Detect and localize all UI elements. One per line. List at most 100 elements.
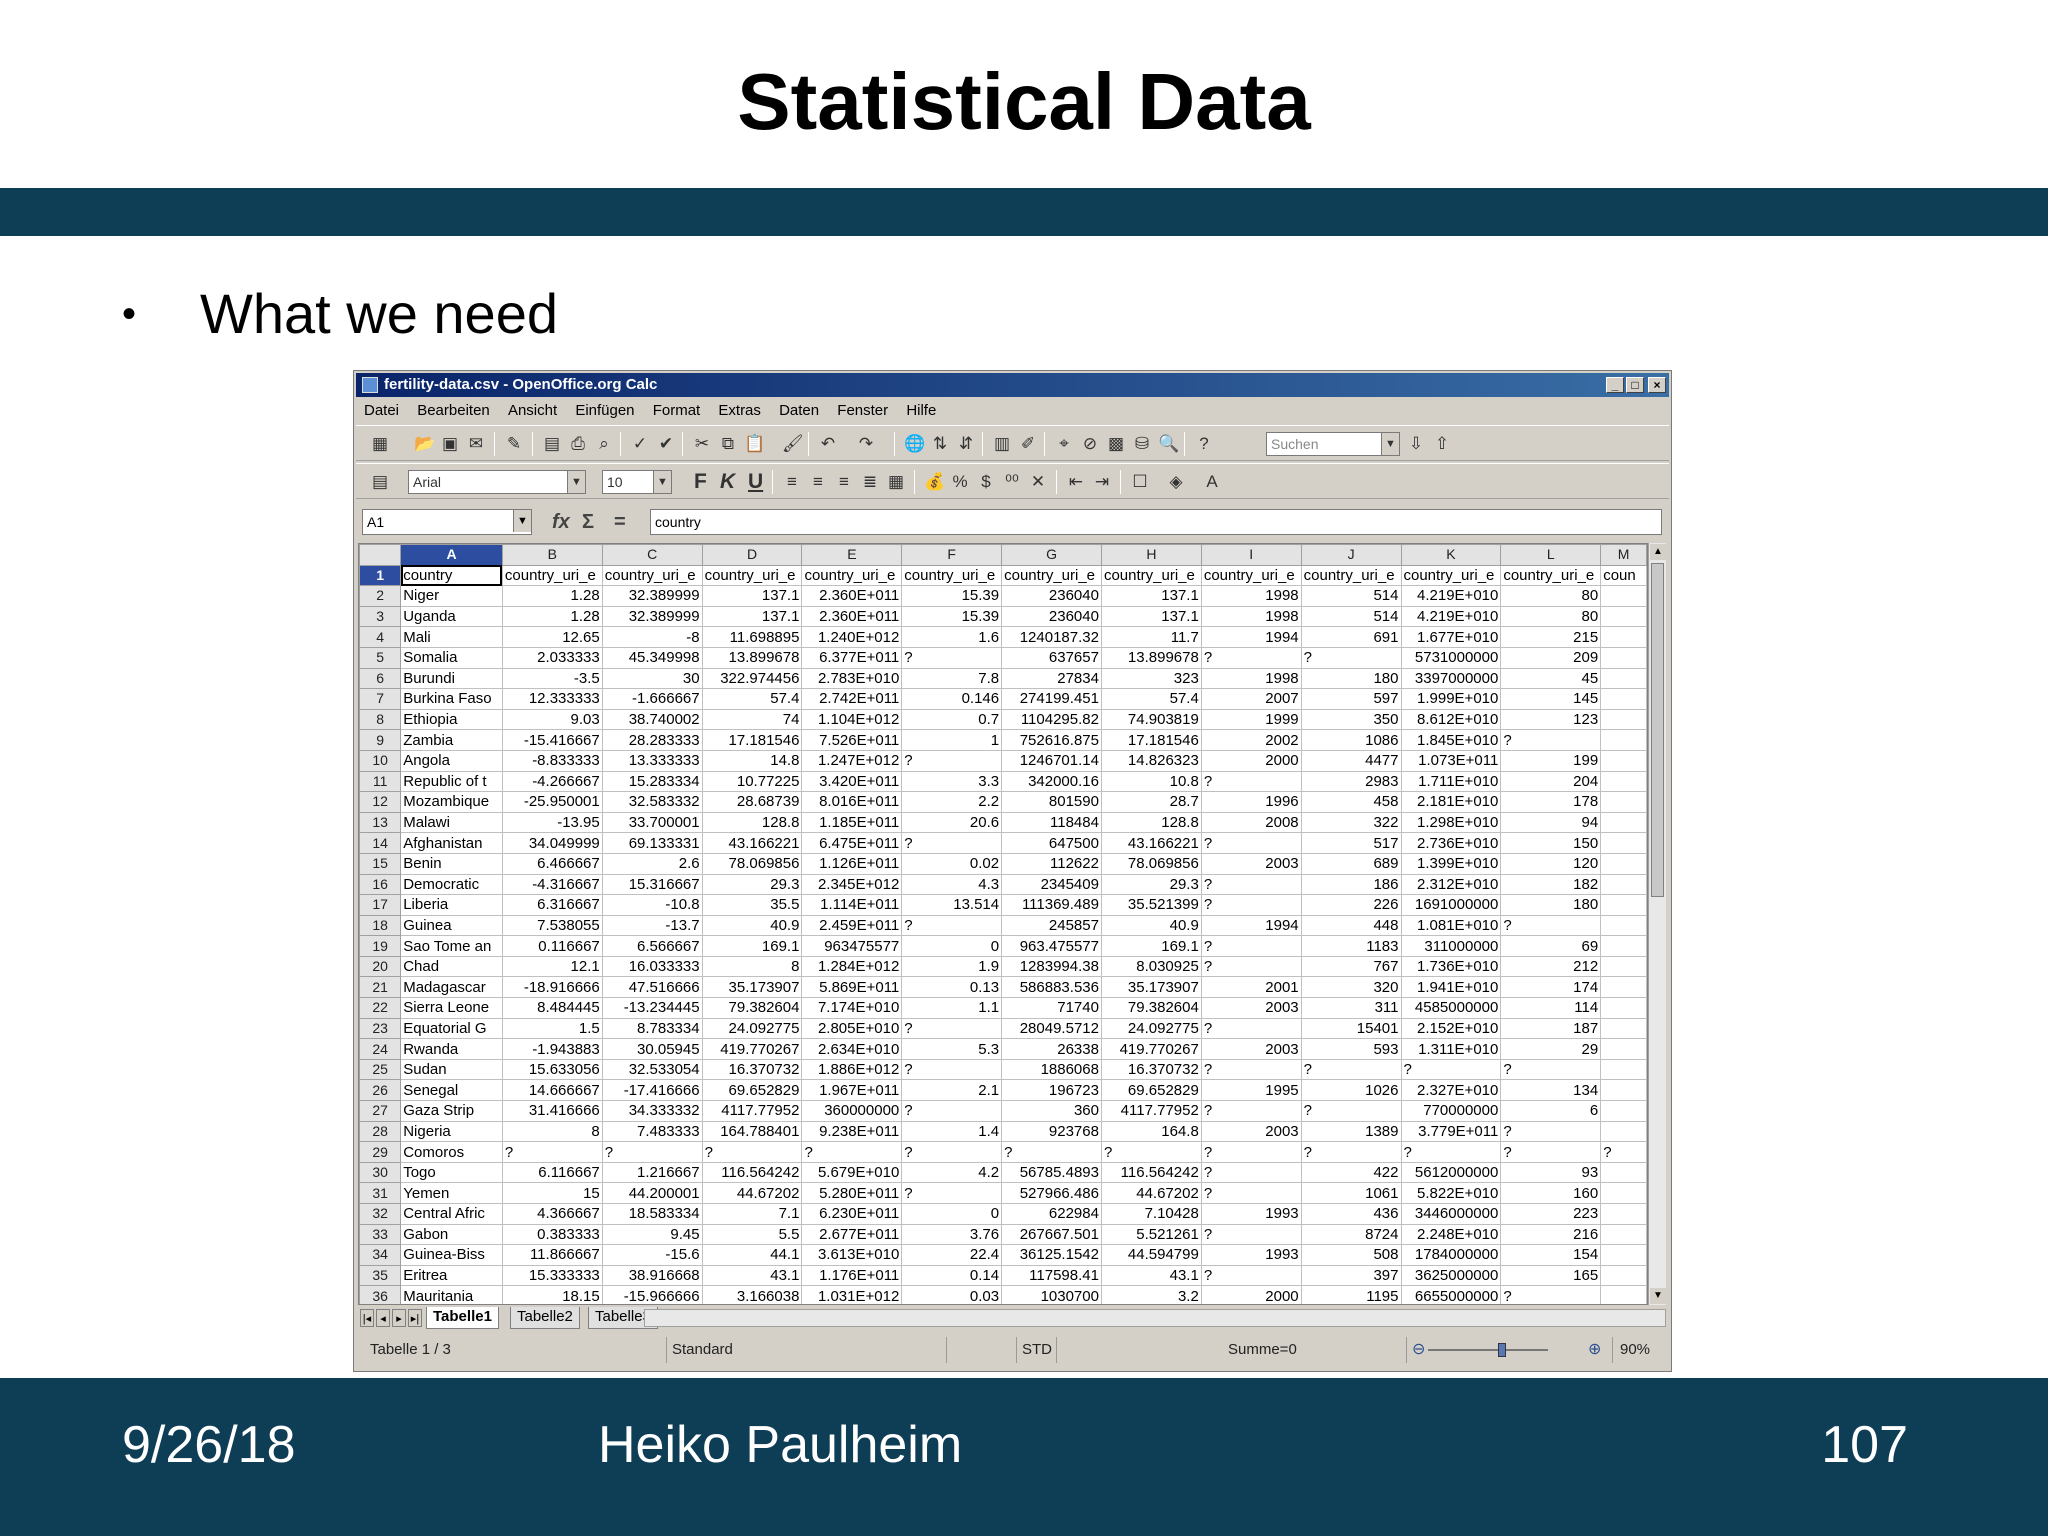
sheet-cell[interactable]: 1061	[1300, 1182, 1402, 1204]
new-document-icon[interactable]: ▦	[370, 434, 390, 454]
sheet-cell[interactable]	[1600, 770, 1647, 793]
sheet-cell[interactable]: 1.9	[901, 955, 1003, 978]
sheet-cell[interactable]: country_uri_e	[1200, 564, 1302, 587]
sheet-cell[interactable]: 212	[1500, 955, 1602, 978]
sheet-cell[interactable]: ?	[1400, 1058, 1502, 1081]
sheet-cell[interactable]: 16.033333	[601, 955, 703, 978]
email-icon[interactable]: ✉	[466, 434, 486, 454]
sheet-cell[interactable]: 13.899678	[701, 646, 803, 669]
sheet-cell[interactable]: 2.248E+010	[1400, 1223, 1502, 1246]
sheet-cell[interactable]: ?	[1200, 770, 1302, 793]
row-header[interactable]: 9	[359, 729, 402, 751]
search-dropdown-icon[interactable]: ▼	[1381, 433, 1399, 455]
sheet-cell[interactable]: 24.092775	[1100, 1017, 1202, 1040]
vertical-scrollbar[interactable]: ▲ ▼	[1648, 543, 1666, 1305]
sheet-cell[interactable]: 1.28	[501, 585, 603, 607]
sheet-cell[interactable]: 8.016E+011	[801, 791, 903, 813]
sheet-cell[interactable]: ?	[1600, 1141, 1647, 1163]
sheet-cell[interactable]: 2.6	[601, 852, 703, 875]
sheet-cell[interactable]: 770000000	[1400, 1100, 1502, 1122]
sheet-cell[interactable]: ?	[901, 1141, 1003, 1163]
sheet-cell[interactable]: 1246701.14	[1001, 749, 1102, 772]
sheet-cell[interactable]: 186	[1300, 873, 1402, 896]
status-zoom-level[interactable]: 90%	[1620, 1331, 1650, 1369]
sheet-cell[interactable]: 527966.486	[1001, 1182, 1102, 1204]
sheet-cell[interactable]: Yemen	[400, 1182, 503, 1204]
sheet-cell[interactable]: 1784000000	[1400, 1244, 1502, 1266]
sheet-cell[interactable]: 637657	[1001, 646, 1102, 669]
sheet-cell[interactable]: 16.370732	[701, 1058, 803, 1081]
sheet-cell[interactable]: 209	[1500, 646, 1602, 669]
sheet-cell[interactable]: 3.779E+011	[1400, 1120, 1502, 1143]
corner-select-all[interactable]	[359, 544, 402, 566]
sheet-cell[interactable]: 34.333332	[601, 1100, 703, 1122]
sheet-cell[interactable]: 35.5	[701, 894, 803, 916]
sheet-cell[interactable]: 1.104E+012	[801, 708, 903, 731]
sheet-cell[interactable]: 9.45	[601, 1223, 703, 1246]
sheet-cell[interactable]	[1600, 791, 1647, 813]
sheet-cell[interactable]: ?	[1400, 1141, 1502, 1163]
sheet-cell[interactable]: country_uri_e	[1100, 564, 1202, 587]
sheet-cell[interactable]: Malawi	[400, 811, 503, 834]
sheet-cell[interactable]: ?	[1200, 894, 1302, 916]
sheet-cell[interactable]: ?	[1300, 1141, 1402, 1163]
row-header[interactable]: 15	[359, 852, 402, 875]
sheet-cell[interactable]: -13.7	[601, 914, 703, 937]
sheet-cell[interactable]	[1600, 1100, 1647, 1122]
sheet-cell[interactable]: 4.219E+010	[1400, 585, 1502, 607]
sheet-cell[interactable]: 236040	[1001, 585, 1102, 607]
sheet-cell[interactable]: 57.4	[1100, 688, 1202, 710]
sheet-cell[interactable]: ?	[501, 1141, 603, 1163]
sheet-cell[interactable]: 169.1	[701, 935, 803, 957]
sheet-cell[interactable]: 0.116667	[501, 935, 603, 957]
sheet-cell[interactable]: 5.280E+011	[801, 1182, 903, 1204]
font-name-dropdown-icon[interactable]: ▼	[567, 471, 585, 493]
sheet-cell[interactable]: 4.3	[901, 873, 1003, 896]
sheet-cell[interactable]: 9.03	[501, 708, 603, 731]
sheet-cell[interactable]: 4117.77952	[1100, 1100, 1202, 1122]
sheet-cell[interactable]: 120	[1500, 852, 1602, 875]
sheet-cell[interactable]: 93	[1500, 1161, 1602, 1184]
sheet-cell[interactable]: 1.247E+012	[801, 749, 903, 772]
sheet-cell[interactable]: 3.76	[901, 1223, 1003, 1246]
sheet-cell[interactable]: 2.345E+012	[801, 873, 903, 896]
sheet-cell[interactable]: 1.216667	[601, 1161, 703, 1184]
row-header[interactable]: 29	[359, 1141, 402, 1163]
sheet-cell[interactable]: -15.6	[601, 1244, 703, 1266]
datasources-icon[interactable]: ⛁	[1132, 434, 1152, 454]
sheet-cell[interactable]: ?	[1200, 1264, 1302, 1287]
sheet-cell[interactable]: 6.230E+011	[801, 1203, 903, 1225]
sheet-cell[interactable]: 80	[1500, 585, 1602, 607]
sheet-cell[interactable]: ?	[1200, 935, 1302, 957]
sheet-cell[interactable]: 0.383333	[501, 1223, 603, 1246]
row-header[interactable]: 32	[359, 1203, 402, 1225]
sheet-cell[interactable]: -8	[601, 626, 703, 648]
sheet-cell[interactable]: 2.360E+011	[801, 605, 903, 628]
sheet-cell[interactable]: 1.284E+012	[801, 955, 903, 978]
sheet-cell[interactable]: 6.566667	[601, 935, 703, 957]
scroll-down-icon[interactable]: ▼	[1650, 1288, 1666, 1304]
sheet-cell[interactable]: 2.327E+010	[1400, 1079, 1502, 1102]
sheet-cell[interactable]: 34.049999	[501, 832, 603, 854]
sheet-cell[interactable]: 15.316667	[601, 873, 703, 896]
row-header[interactable]: 6	[359, 667, 402, 690]
sheet-cell[interactable]: 1195	[1300, 1285, 1402, 1304]
search-field[interactable]: Suchen ▼	[1266, 432, 1400, 456]
sheet-cell[interactable]: 274199.451	[1001, 688, 1102, 710]
sheet-cell[interactable]: 2983	[1300, 770, 1402, 793]
formula-input[interactable]: country	[650, 509, 1662, 535]
sheet-cell[interactable]: 1.941E+010	[1400, 976, 1502, 999]
sheet-cell[interactable]: 128.8	[1100, 811, 1202, 834]
sheet-cell[interactable]: Eritrea	[400, 1264, 503, 1287]
sheet-cell[interactable]: 165	[1500, 1264, 1602, 1287]
sheet-cell[interactable]: coun	[1600, 564, 1647, 587]
sheet-cell[interactable]: 1.5	[501, 1017, 603, 1040]
sheet-cell[interactable]: 0.03	[901, 1285, 1003, 1304]
cut-icon[interactable]: ✂	[692, 434, 712, 454]
sheet-cell[interactable]	[1600, 708, 1647, 731]
sheet-cell[interactable]: -25.950001	[501, 791, 603, 813]
font-size-dropdown-icon[interactable]: ▼	[653, 471, 671, 493]
sheet-cell[interactable]: 963.475577	[1001, 935, 1102, 957]
sheet-cell[interactable]: 80	[1500, 605, 1602, 628]
font-color-icon[interactable]: A	[1202, 472, 1222, 492]
